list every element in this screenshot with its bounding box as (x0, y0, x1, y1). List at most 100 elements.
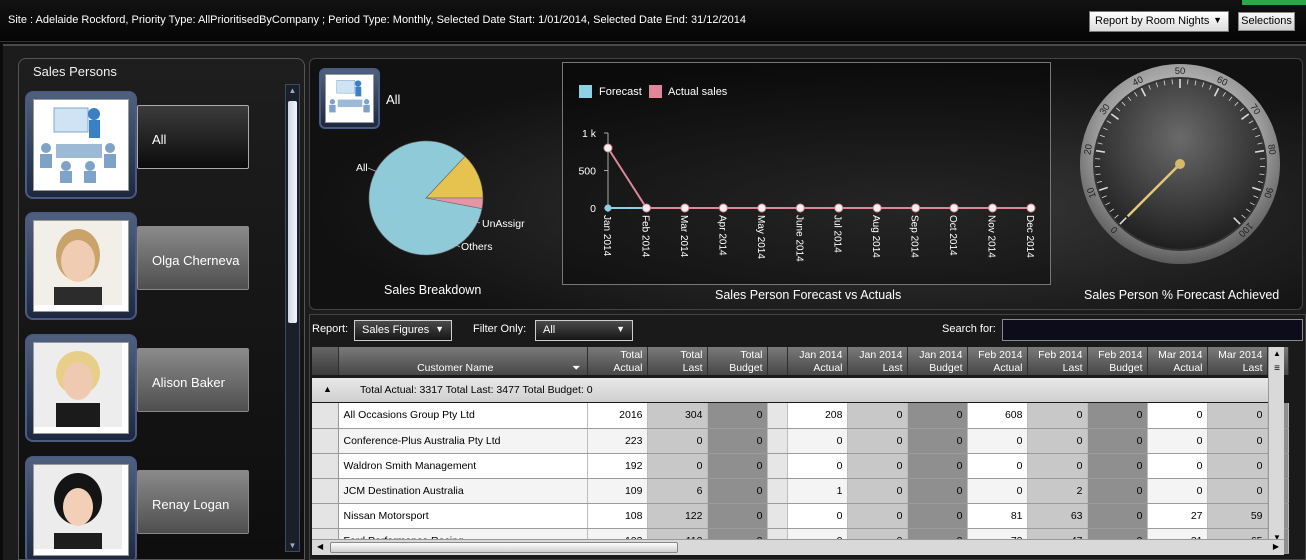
value-cell[interactable]: 0 (1147, 403, 1208, 429)
column-header[interactable]: Jan 2014 Actual (787, 347, 848, 375)
data-point[interactable] (1026, 203, 1036, 213)
filter-icon[interactable]: ⏷ (572, 362, 580, 375)
data-point[interactable] (911, 203, 921, 213)
value-cell[interactable]: 0 (967, 453, 1028, 479)
selections-button[interactable]: Selections (1238, 12, 1295, 31)
value-cell[interactable]: 0 (907, 478, 968, 504)
value-cell[interactable]: 304 (647, 403, 708, 429)
value-cell[interactable]: 0 (967, 428, 1028, 454)
data-point[interactable] (872, 203, 882, 213)
data-point[interactable] (604, 204, 612, 212)
data-point[interactable] (641, 203, 651, 213)
value-cell[interactable]: 0 (847, 403, 908, 429)
table-row[interactable]: JCM Destination Australia10960100020000 (312, 478, 1289, 504)
collapse-icon[interactable]: ▲ (323, 384, 332, 394)
value-cell[interactable]: 0 (1027, 403, 1088, 429)
value-cell[interactable]: 1 (787, 478, 848, 504)
value-cell[interactable]: 2016 (587, 403, 648, 429)
value-cell[interactable]: 81 (967, 503, 1028, 529)
value-cell[interactable]: 0 (847, 503, 908, 529)
value-cell[interactable]: 192 (587, 453, 648, 479)
value-cell[interactable]: 208 (787, 403, 848, 429)
data-point[interactable] (603, 143, 613, 153)
value-cell[interactable]: 0 (1087, 503, 1148, 529)
scroll-up-icon[interactable]: ▲ (288, 86, 297, 95)
group-summary-row[interactable]: ▲ Total Actual: 3317 Total Last: 3477 To… (312, 378, 1268, 402)
value-cell[interactable]: 0 (907, 403, 968, 429)
grid-vertical-scrollbar[interactable]: ▲ ≡ ▼ (1268, 347, 1284, 544)
value-cell[interactable]: 0 (707, 453, 768, 479)
search-input[interactable] (1002, 319, 1303, 341)
value-cell[interactable]: 0 (647, 453, 708, 479)
filter-dropdown[interactable]: All ▼ (535, 320, 633, 341)
report-dropdown[interactable]: Sales Figures ▼ (354, 320, 452, 341)
menu-lines-icon[interactable]: ≡ (1269, 363, 1285, 374)
value-cell[interactable]: 63 (1027, 503, 1088, 529)
sales-persons-scrollbar[interactable]: ▲ ▼ (285, 84, 300, 552)
customer-name-cell[interactable]: Conference-Plus Australia Pty Ltd (338, 428, 588, 454)
value-cell[interactable]: 122 (647, 503, 708, 529)
column-header-customer-name[interactable]: Customer Name ⏷ (338, 347, 588, 375)
data-point[interactable] (757, 203, 767, 213)
scroll-up-icon[interactable]: ▲ (1269, 349, 1285, 358)
value-cell[interactable]: 27 (1147, 503, 1208, 529)
value-cell[interactable]: 2 (1027, 478, 1088, 504)
value-cell[interactable]: 0 (1027, 428, 1088, 454)
column-header[interactable]: Feb 2014 Budget (1087, 347, 1148, 375)
value-cell[interactable]: 223 (587, 428, 648, 454)
value-cell[interactable]: 59 (1207, 503, 1268, 529)
value-cell[interactable]: 6 (647, 478, 708, 504)
sales-person-alison-baker[interactable]: Alison Baker (25, 334, 273, 444)
value-cell[interactable]: 0 (787, 503, 848, 529)
column-header[interactable]: Jan 2014 Last (847, 347, 908, 375)
column-header[interactable]: Feb 2014 Last (1027, 347, 1088, 375)
value-cell[interactable]: 0 (907, 453, 968, 479)
scroll-down-icon[interactable]: ▼ (288, 541, 297, 550)
column-header[interactable]: Mar 2014 Actual (1147, 347, 1208, 375)
value-cell[interactable]: 0 (707, 403, 768, 429)
value-cell[interactable]: 0 (707, 478, 768, 504)
sales-person-all[interactable]: All (25, 91, 273, 201)
column-header[interactable]: Total Budget (707, 347, 768, 375)
data-point[interactable] (834, 203, 844, 213)
grid-horizontal-scrollbar[interactable]: ◀ ▶ (312, 539, 1284, 555)
column-header[interactable]: Feb 2014 Actual (967, 347, 1028, 375)
data-point[interactable] (988, 203, 998, 213)
column-header[interactable]: Total Last (647, 347, 708, 375)
value-cell[interactable]: 0 (787, 453, 848, 479)
data-point[interactable] (949, 203, 959, 213)
value-cell[interactable]: 0 (707, 428, 768, 454)
customer-name-cell[interactable]: All Occasions Group Pty Ltd (338, 403, 588, 429)
report-type-dropdown[interactable]: Report by Room Nights ▼ (1089, 11, 1229, 32)
value-cell[interactable]: 0 (707, 503, 768, 529)
data-point[interactable] (795, 203, 805, 213)
sales-person-olga-cherneva[interactable]: Olga Cherneva (25, 212, 273, 322)
data-point[interactable] (680, 203, 690, 213)
data-point[interactable] (718, 203, 728, 213)
value-cell[interactable]: 0 (1147, 453, 1208, 479)
value-cell[interactable]: 0 (1087, 403, 1148, 429)
customer-name-cell[interactable]: JCM Destination Australia (338, 478, 588, 504)
value-cell[interactable]: 0 (1087, 428, 1148, 454)
value-cell[interactable]: 0 (847, 478, 908, 504)
value-cell[interactable]: 108 (587, 503, 648, 529)
column-header[interactable]: Mar 2014 Last (1207, 347, 1268, 375)
table-row[interactable]: Conference-Plus Australia Pty Ltd 223 0 0 0 0… (312, 428, 1289, 454)
value-cell[interactable]: 0 (1207, 478, 1268, 504)
value-cell[interactable]: 0 (1087, 453, 1148, 479)
value-cell[interactable]: 0 (1147, 428, 1208, 454)
scrollbar-thumb[interactable] (288, 101, 297, 323)
value-cell[interactable]: 0 (647, 428, 708, 454)
customer-name-cell[interactable]: Waldron Smith Management (338, 453, 588, 479)
value-cell[interactable]: 0 (847, 453, 908, 479)
sales-person-renay-logan[interactable]: Renay Logan (25, 456, 273, 559)
value-cell[interactable]: 0 (1207, 403, 1268, 429)
value-cell[interactable]: 608 (967, 403, 1028, 429)
table-row[interactable]: Nissan Motorsport10812200008163027590 (312, 503, 1289, 529)
value-cell[interactable]: 0 (1207, 453, 1268, 479)
table-row[interactable]: Waldron Smith Management19200000000000 (312, 453, 1289, 479)
scroll-right-icon[interactable]: ▶ (1273, 542, 1279, 551)
scrollbar-thumb[interactable] (330, 542, 678, 553)
value-cell[interactable]: 0 (787, 428, 848, 454)
table-row[interactable]: All Occasions Group Pty Ltd 2016 304 0 208 0 0… (312, 403, 1289, 429)
